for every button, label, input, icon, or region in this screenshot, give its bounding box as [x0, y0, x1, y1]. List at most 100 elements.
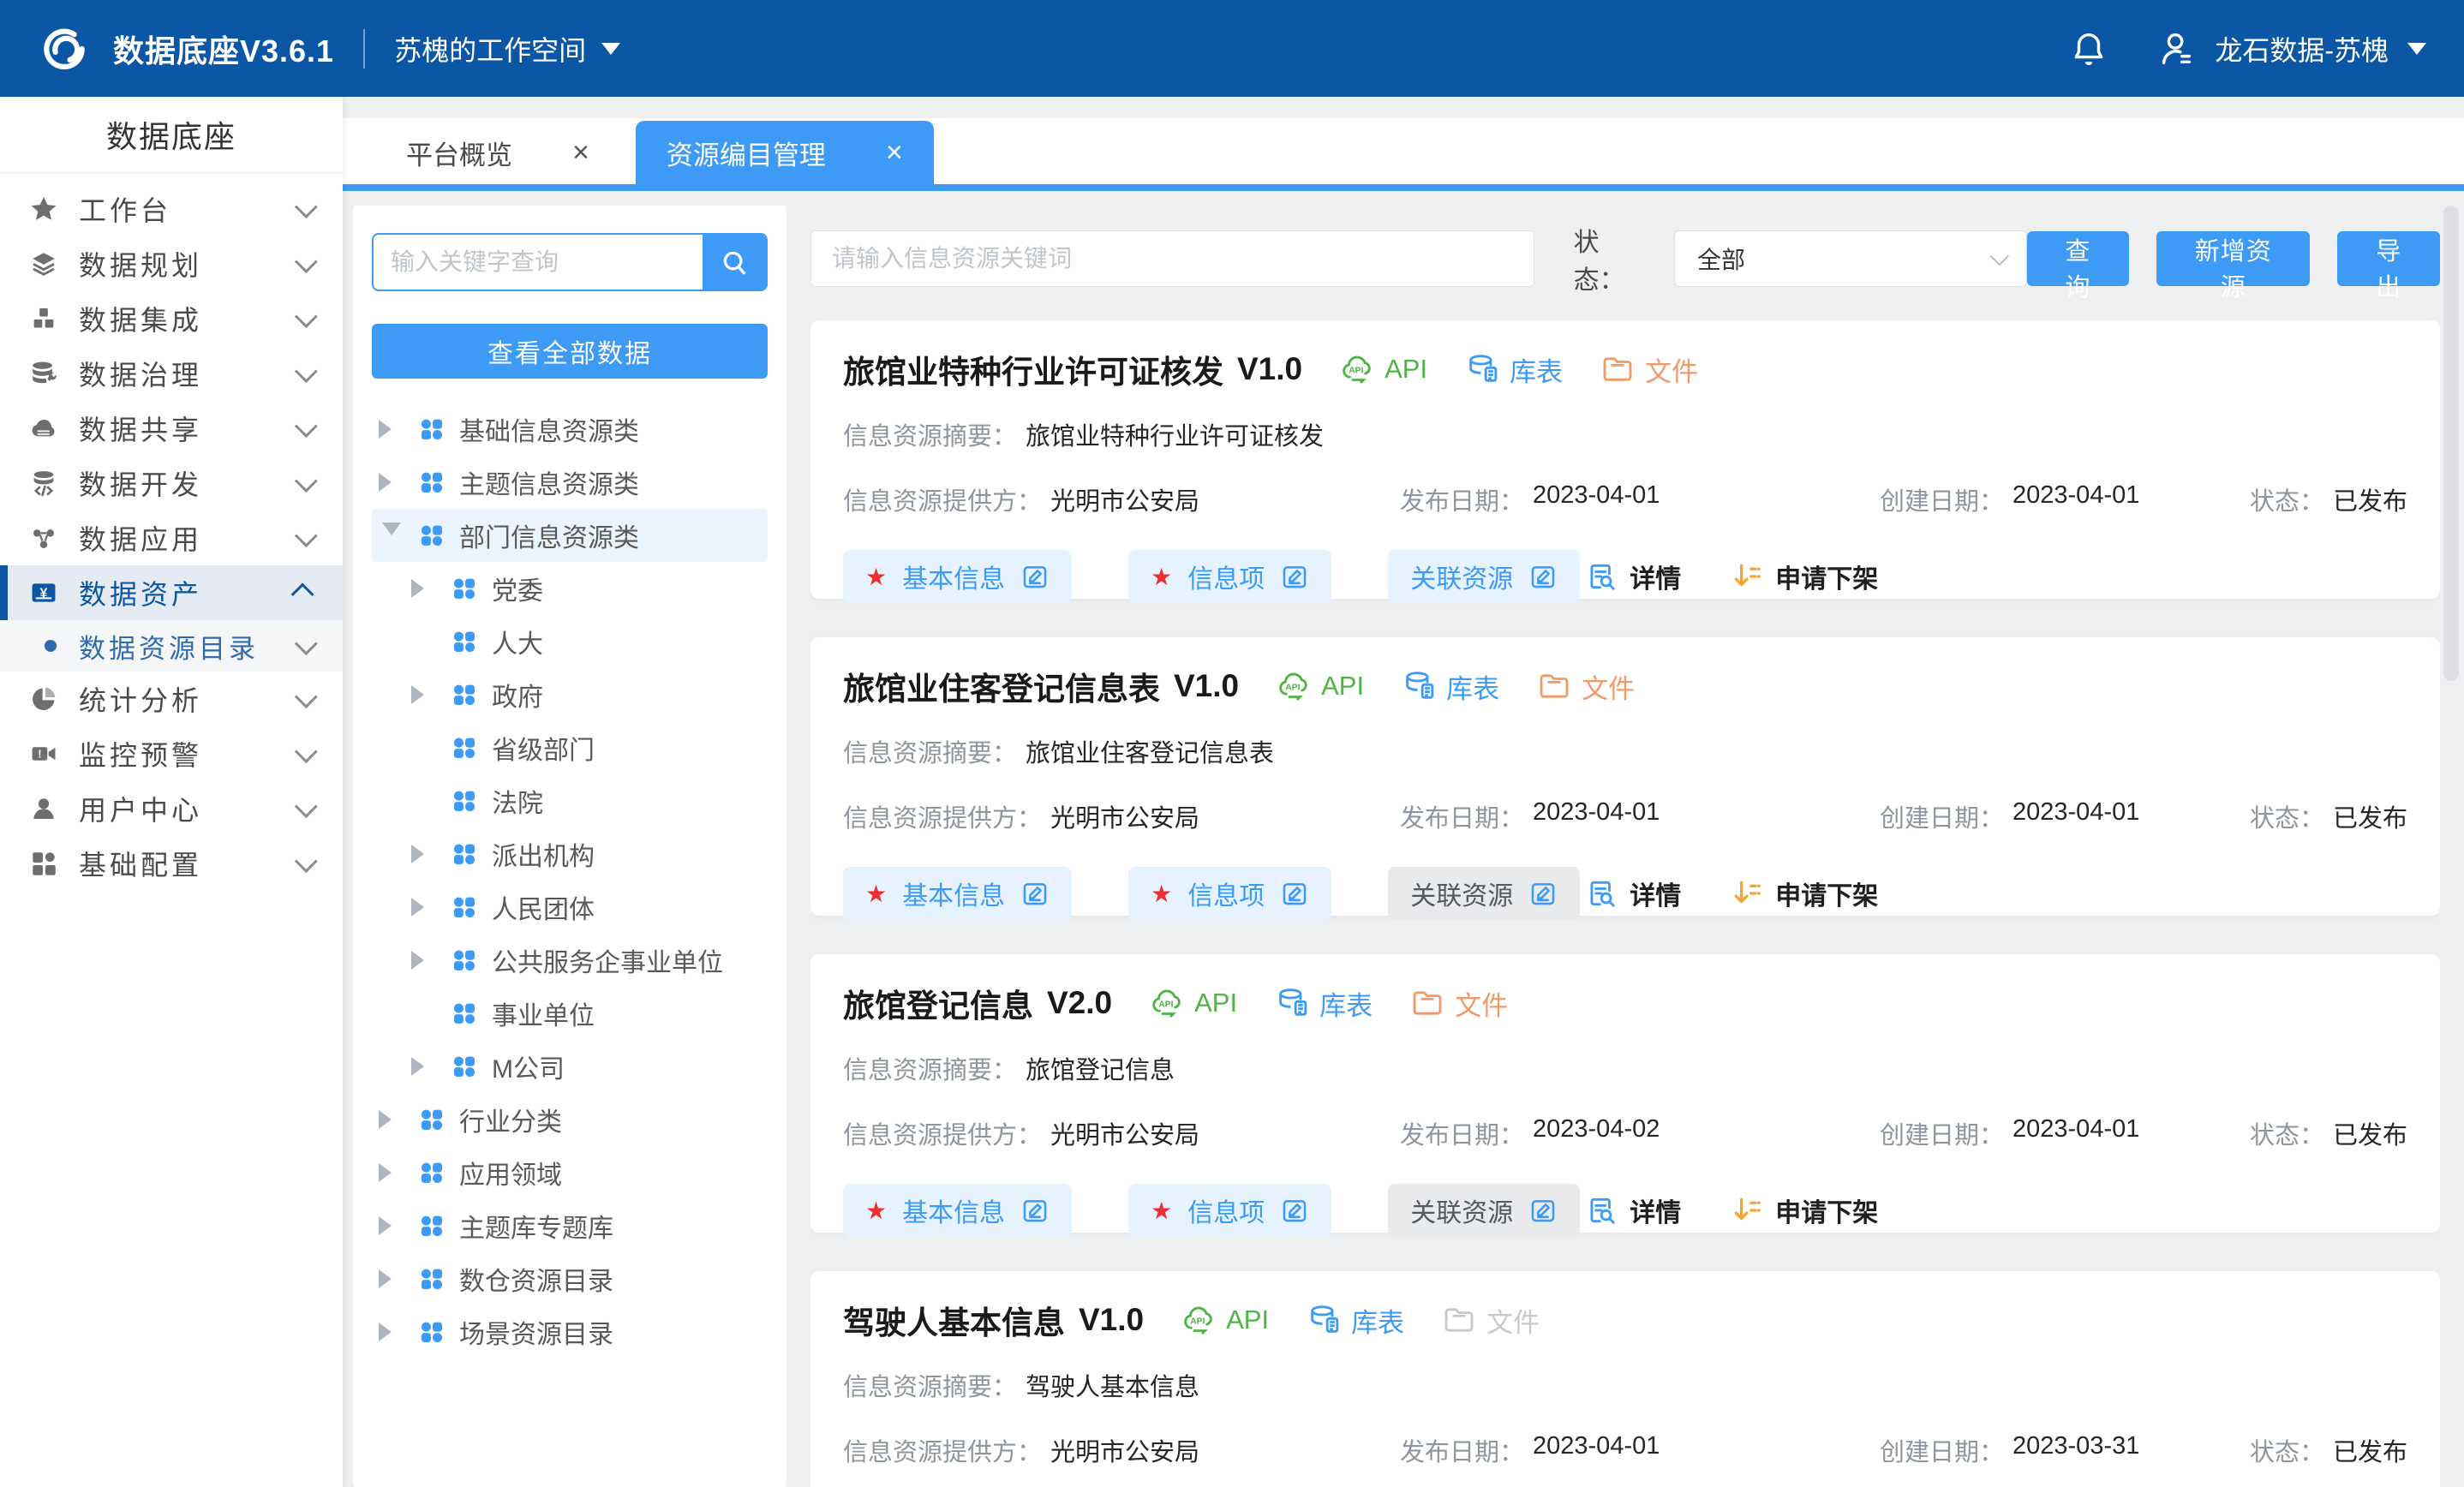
- tree-node[interactable]: 应用领域: [372, 1146, 768, 1199]
- user-menu[interactable]: 龙石数据-苏槐: [2156, 29, 2426, 69]
- tree-node[interactable]: 政府: [372, 668, 768, 721]
- collapse-caret-icon[interactable]: [382, 523, 401, 548]
- expand-caret-icon[interactable]: [379, 420, 404, 439]
- expand-caret-icon[interactable]: [379, 1216, 404, 1235]
- tree-node[interactable]: 党委: [372, 562, 768, 615]
- tree-node-selected[interactable]: 部门信息资源类: [372, 509, 768, 562]
- sidebar-item-basic-config[interactable]: 基础配置: [0, 836, 343, 891]
- expand-caret-icon[interactable]: [411, 845, 437, 863]
- sidebar-item-user-center[interactable]: 用户中心: [0, 781, 343, 836]
- sidebar-item-data-assets[interactable]: 数据资产: [0, 565, 343, 620]
- tab-platform-overview[interactable]: 平台概览 ×: [375, 121, 620, 184]
- detail-file-search-icon: [1585, 560, 1618, 593]
- tab-bar: 平台概览 × 资源编目管理 ×: [343, 118, 2464, 191]
- request-offline-button[interactable]: 申请下架: [1725, 1191, 1883, 1230]
- sidebar-item-data-governance[interactable]: 数据治理: [0, 346, 343, 401]
- status-value: 已发布: [2333, 1432, 2407, 1468]
- tree-node[interactable]: 人大: [372, 615, 768, 668]
- expand-caret-icon[interactable]: [379, 1323, 404, 1341]
- notification-bell-icon[interactable]: [2069, 29, 2108, 69]
- sidebar-item-statistics[interactable]: 统计分析: [0, 672, 343, 726]
- export-button[interactable]: 导出: [2337, 231, 2440, 286]
- tree-search-button[interactable]: [703, 235, 766, 290]
- info-item-button[interactable]: ★信息项: [1128, 867, 1331, 920]
- category-icon: [451, 840, 478, 868]
- expand-caret-icon[interactable]: [411, 1057, 437, 1076]
- workspace-switcher[interactable]: 苏槐的工作空间: [394, 29, 620, 69]
- database-icon: [1402, 669, 1436, 703]
- expand-caret-icon[interactable]: [379, 473, 404, 492]
- sidebar-item-monitoring[interactable]: 监控预警: [0, 726, 343, 781]
- request-offline-button[interactable]: 申请下架: [1725, 557, 1883, 596]
- tree-node[interactable]: 法院: [372, 774, 768, 827]
- api-cloud-icon: [1181, 1303, 1216, 1337]
- offline-arrow-icon: [1731, 1194, 1763, 1227]
- expand-caret-icon[interactable]: [379, 1163, 404, 1182]
- basic-info-button[interactable]: ★基本信息: [843, 867, 1072, 920]
- file-badge: 文件: [1600, 350, 1698, 389]
- tree-node[interactable]: 人民团体: [372, 881, 768, 934]
- linked-resource-button[interactable]: 关联资源: [1388, 1184, 1580, 1237]
- basic-info-button[interactable]: ★基本信息: [843, 550, 1072, 603]
- tree-node[interactable]: 行业分类: [372, 1093, 768, 1146]
- linked-resource-button[interactable]: 关联资源: [1388, 867, 1580, 920]
- query-button[interactable]: 查询: [2027, 231, 2130, 286]
- create-date-value: 2023-04-01: [2012, 1115, 2139, 1151]
- chevron-down-icon: [295, 685, 318, 708]
- tree-node[interactable]: 场景资源目录: [372, 1305, 768, 1359]
- folder-icon: [1600, 352, 1635, 386]
- detail-button[interactable]: 详情: [1580, 1191, 1686, 1230]
- request-offline-button[interactable]: 申请下架: [1725, 874, 1883, 913]
- tree-node[interactable]: 派出机构: [372, 827, 768, 881]
- view-all-data-button[interactable]: 查看全部数据: [372, 324, 768, 379]
- camera-alert-icon: [29, 739, 58, 768]
- tree-node[interactable]: 主题信息资源类: [372, 456, 768, 509]
- user-avatar-icon: [2156, 29, 2196, 69]
- expand-caret-icon[interactable]: [379, 1269, 404, 1288]
- nodes-icon: [29, 523, 58, 552]
- tab-resource-catalog-management[interactable]: 资源编目管理 ×: [636, 121, 934, 184]
- info-item-button[interactable]: ★信息项: [1128, 1184, 1331, 1237]
- expand-caret-icon[interactable]: [411, 579, 437, 598]
- vertical-scrollbar[interactable]: [2443, 206, 2459, 681]
- file-badge: 文件: [1537, 667, 1635, 706]
- summary-label: 信息资源摘要：: [843, 733, 1017, 769]
- tree-node[interactable]: M公司: [372, 1040, 768, 1093]
- info-item-button[interactable]: ★信息项: [1128, 550, 1331, 603]
- database-icon: [1307, 1303, 1341, 1337]
- expand-caret-icon[interactable]: [411, 898, 437, 917]
- create-date-value: 2023-04-01: [2012, 798, 2139, 834]
- chevron-down-icon: [295, 632, 318, 655]
- expand-caret-icon[interactable]: [379, 1110, 404, 1129]
- tree-node[interactable]: 主题库专题库: [372, 1199, 768, 1252]
- detail-file-search-icon: [1585, 1194, 1618, 1227]
- expand-caret-icon[interactable]: [411, 951, 437, 970]
- sidebar-item-data-planning[interactable]: 数据规划: [0, 236, 343, 291]
- chevron-down-icon: [295, 740, 318, 763]
- tree-node[interactable]: 省级部门: [372, 721, 768, 774]
- detail-button[interactable]: 详情: [1580, 874, 1686, 913]
- sidebar-item-data-resource-catalog[interactable]: 数据资源目录: [0, 620, 343, 672]
- sidebar-item-data-development[interactable]: 数据开发: [0, 456, 343, 511]
- tree-node[interactable]: 数仓资源目录: [372, 1252, 768, 1305]
- basic-info-button[interactable]: ★基本信息: [843, 1184, 1072, 1237]
- summary-value: 旅馆业住客登记信息表: [1026, 733, 1274, 769]
- tree-node[interactable]: 基础信息资源类: [372, 403, 768, 456]
- sidebar-item-data-sharing[interactable]: 数据共享: [0, 401, 343, 456]
- publish-date-value: 2023-04-01: [1533, 798, 1660, 834]
- expand-caret-icon[interactable]: [411, 685, 437, 704]
- add-resource-button[interactable]: 新增资源: [2156, 231, 2310, 286]
- sidebar-item-data-application[interactable]: 数据应用: [0, 511, 343, 565]
- tree-node[interactable]: 事业单位: [372, 987, 768, 1040]
- linked-resource-button[interactable]: 关联资源: [1388, 550, 1580, 603]
- close-icon[interactable]: ×: [572, 138, 589, 167]
- keyword-search-input[interactable]: [810, 230, 1534, 287]
- table-badge: 库表: [1307, 1301, 1404, 1340]
- close-icon[interactable]: ×: [886, 138, 903, 167]
- detail-button[interactable]: 详情: [1580, 557, 1686, 596]
- sidebar-item-workbench[interactable]: 工作台: [0, 182, 343, 236]
- tree-node[interactable]: 公共服务企事业单位: [372, 934, 768, 987]
- sidebar-item-data-integration[interactable]: 数据集成: [0, 291, 343, 346]
- tree-search-input[interactable]: [374, 235, 703, 290]
- status-select[interactable]: 全部: [1674, 230, 2027, 287]
